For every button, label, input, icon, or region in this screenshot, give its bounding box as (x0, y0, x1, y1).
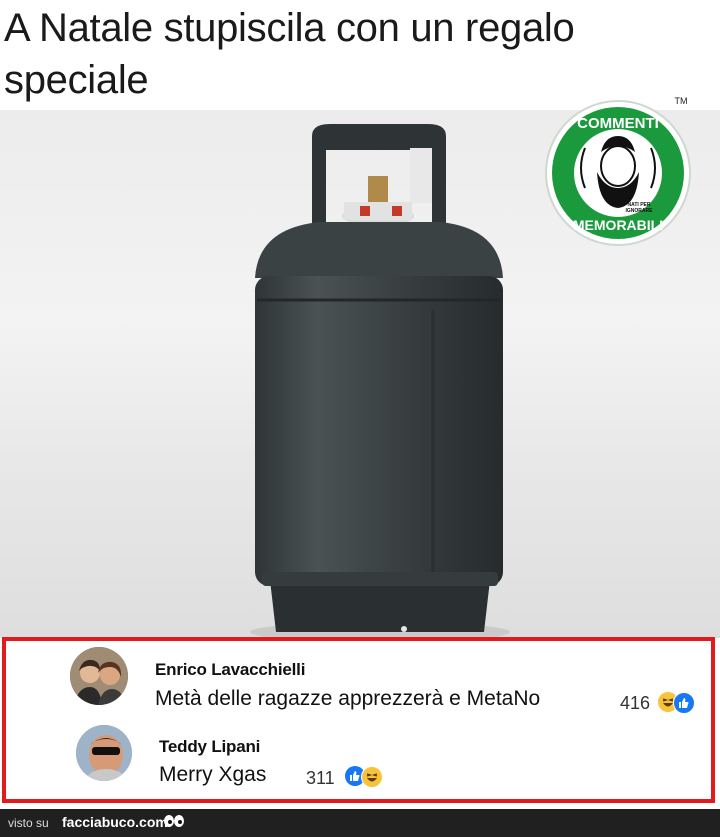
reaction-count[interactable]: 311 (306, 768, 335, 789)
visto-su-label: visto su (8, 816, 49, 830)
logo-tagline-2: IGNORARE (626, 208, 654, 214)
watermark-footer: visto su facciabuco.com (0, 809, 720, 837)
like-icon (673, 692, 695, 714)
caption-line-1: A Natale stupiscila con un regalo (4, 6, 575, 50)
comment-text: Metà delle ragazze apprezzerà e MetaNo (155, 687, 541, 710)
logo-text-top: COMMENTI (577, 115, 659, 132)
comment-text: Merry Xgas (159, 763, 267, 786)
avatar[interactable] (76, 725, 132, 781)
comment-author[interactable]: Teddy Lipani (159, 737, 260, 757)
comments-panel: Enrico Lavacchielli Metà delle ragazze a… (2, 637, 715, 803)
avatar[interactable] (70, 647, 128, 705)
commenti-memorabili-logo: COMMENTI MEMORABILI NATI PER IGNORARE TM (545, 96, 691, 246)
eyes-icon (164, 815, 184, 827)
logo-text-bottom: MEMORABILI (573, 217, 663, 233)
comment-author[interactable]: Enrico Lavacchielli (155, 660, 305, 680)
logo-trademark: TM (675, 96, 688, 106)
haha-icon (361, 766, 383, 788)
site-link[interactable]: facciabuco.com (62, 814, 168, 830)
reaction-count[interactable]: 416 (620, 693, 650, 714)
